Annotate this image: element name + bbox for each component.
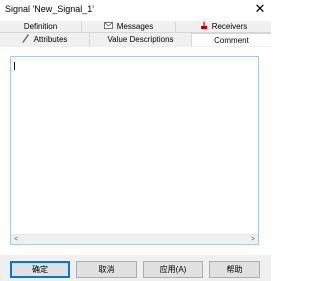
cancel-button[interactable]: 取消	[76, 261, 137, 278]
comment-panel: < >	[0, 47, 271, 255]
close-icon[interactable]: ✕	[253, 2, 267, 16]
button-bar: 确定 取消 应用(A) 帮助	[0, 255, 271, 281]
ok-button[interactable]: 确定	[10, 261, 70, 278]
signal-dialog: Signal 'New_Signal_1' ✕ Definition Messa…	[0, 0, 271, 281]
tab-receivers-label: Receivers	[211, 22, 248, 31]
tab-comment-label: Comment	[214, 35, 249, 45]
receiver-icon	[200, 21, 208, 32]
tab-strip: Definition Messages Receivers Attributes…	[0, 21, 271, 47]
envelope-icon	[103, 22, 113, 31]
tab-value-descriptions[interactable]: Value Descriptions	[90, 33, 192, 46]
attribute-icon	[21, 34, 30, 45]
tab-definition-label: Definition	[23, 22, 58, 31]
tab-receivers[interactable]: Receivers	[176, 21, 271, 32]
tab-comment[interactable]: Comment	[192, 33, 271, 46]
tab-messages-label: Messages	[116, 22, 154, 31]
tab-definition[interactable]: Definition	[0, 21, 82, 32]
apply-button[interactable]: 应用(A)	[143, 261, 203, 278]
tab-row-2: Attributes Value Descriptions Comment	[0, 33, 271, 46]
tab-messages[interactable]: Messages	[82, 21, 176, 32]
tab-attributes[interactable]: Attributes	[0, 33, 90, 46]
title-bar: Signal 'New_Signal_1' ✕	[0, 0, 271, 20]
scroll-right-arrow-icon[interactable]: >	[251, 235, 255, 245]
tab-value-descriptions-label: Value Descriptions	[107, 35, 174, 44]
tab-row-1: Definition Messages Receivers	[0, 21, 271, 33]
help-button[interactable]: 帮助	[209, 261, 260, 278]
window-title: Signal 'New_Signal_1'	[5, 4, 94, 14]
comment-textarea[interactable]: < >	[10, 56, 259, 245]
scroll-left-arrow-icon[interactable]: <	[14, 235, 18, 245]
tab-attributes-label: Attributes	[33, 35, 68, 44]
horizontal-scrollbar[interactable]: < >	[11, 234, 258, 244]
text-caret	[14, 62, 15, 70]
